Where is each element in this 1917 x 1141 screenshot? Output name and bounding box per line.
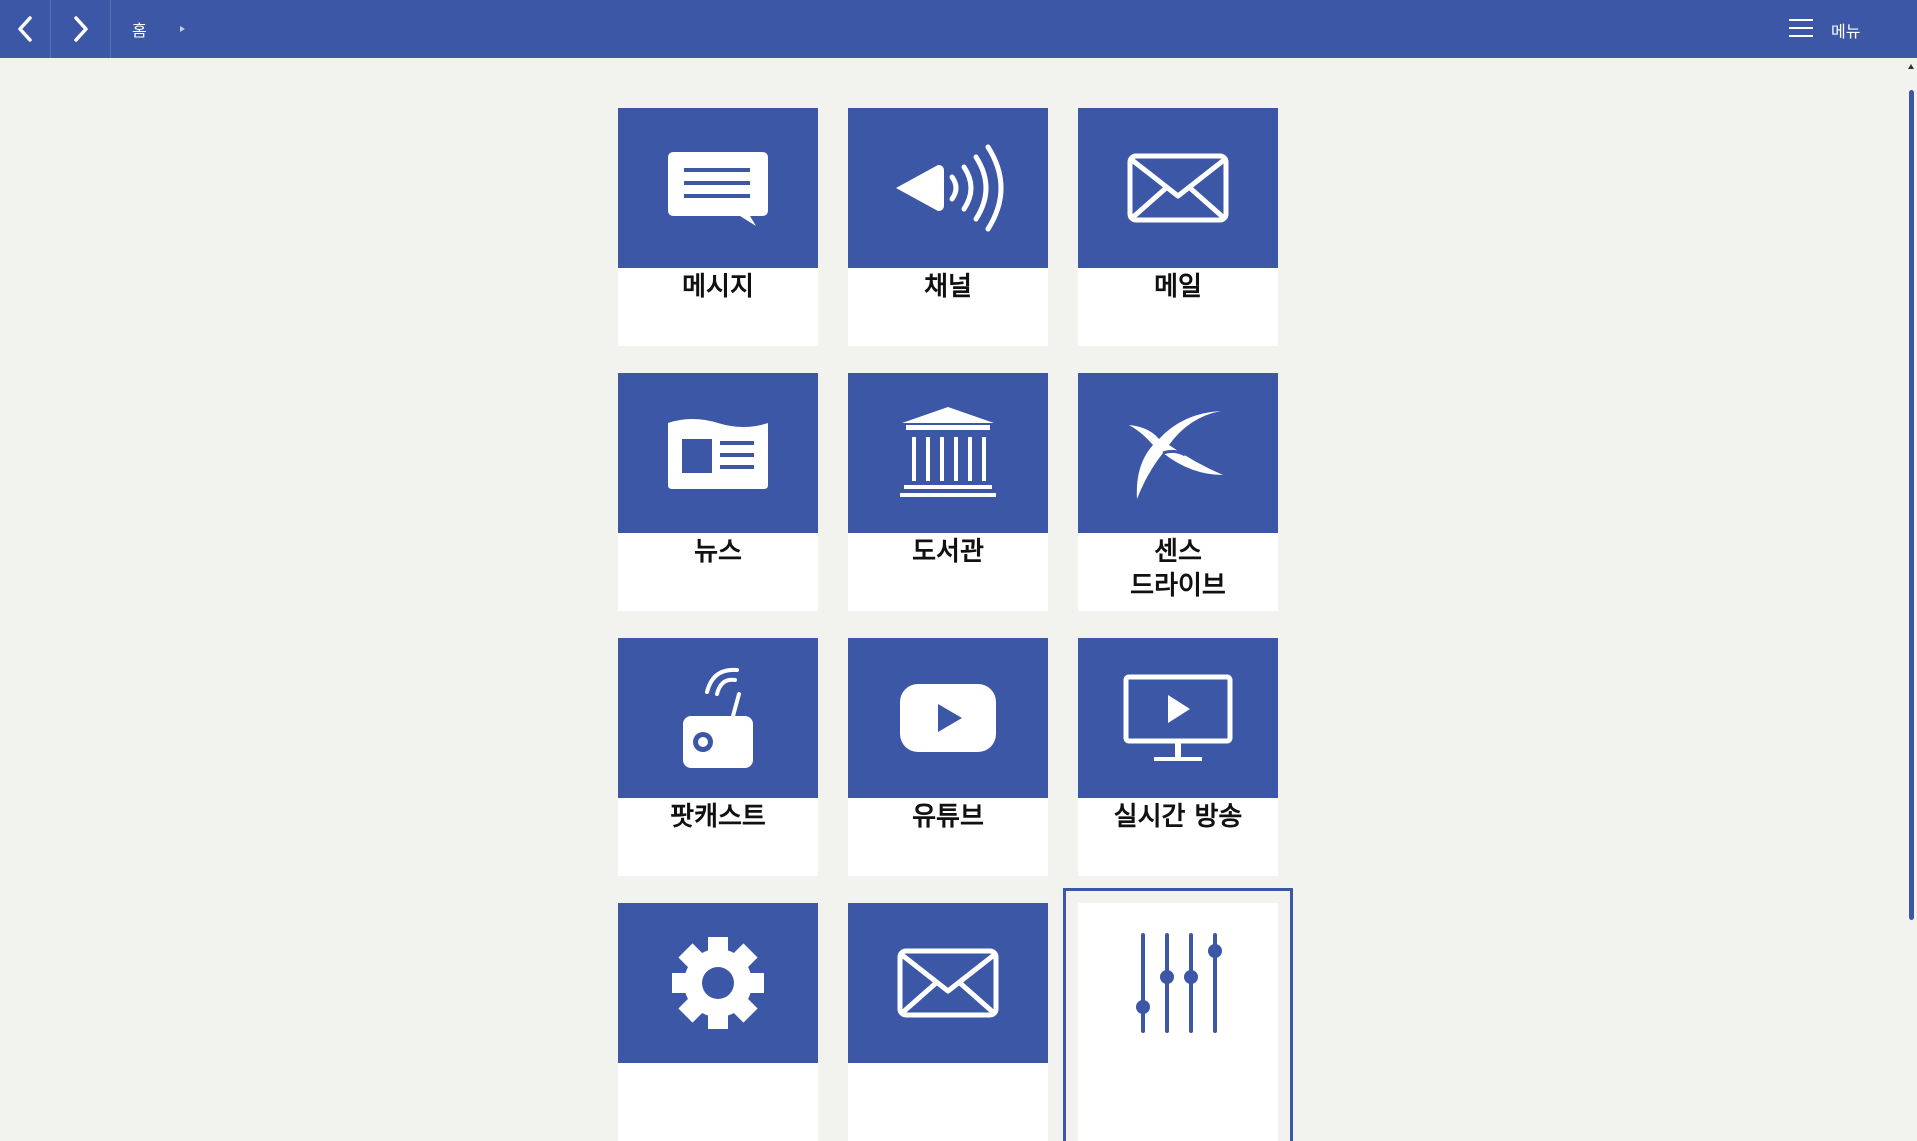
scroll-up-arrow-icon[interactable] [1908, 64, 1914, 69]
tile-equalizer-selected[interactable] [1063, 888, 1293, 1141]
tile-mail-2[interactable] [848, 903, 1048, 1141]
tile-label: 팟캐스트 [670, 802, 766, 832]
forward-button[interactable] [51, 0, 111, 58]
envelope-icon [897, 948, 999, 1018]
sense-drive-logo-icon [1129, 411, 1223, 499]
tile-label: 도서관 [912, 537, 984, 567]
tile-label: 채널 [924, 272, 972, 302]
tile-channel[interactable]: 채널 [848, 108, 1048, 346]
youtube-play-icon [900, 684, 996, 752]
speaker-icon [896, 144, 1004, 232]
hamburger-icon [1789, 19, 1813, 38]
tile-news[interactable]: 뉴스 [618, 373, 818, 611]
tile-library[interactable]: 도서관 [848, 373, 1048, 611]
tile-messages[interactable]: 메시지 [618, 108, 818, 346]
envelope-icon [1127, 153, 1229, 223]
tile-label: 센스 드라이브 [1130, 537, 1226, 601]
tile-label: 메시지 [682, 272, 754, 302]
back-button[interactable] [0, 0, 51, 58]
tile-sense-drive[interactable]: 센스 드라이브 [1078, 373, 1278, 611]
chevron-right-icon [73, 16, 88, 42]
tile-label: 유튜브 [912, 802, 984, 832]
menu-button[interactable]: 메뉴 [1767, 0, 1917, 58]
tile-settings[interactable] [618, 903, 818, 1141]
equalizer-sliders-icon [1136, 933, 1222, 1033]
chat-bubble-icon [668, 152, 768, 226]
tile-label: 실시간 방송 [1113, 802, 1243, 832]
monitor-play-icon [1123, 674, 1233, 761]
tile-mail[interactable]: 메일 [1078, 108, 1278, 346]
radio-icon [683, 667, 753, 768]
tile-podcast[interactable]: 팟캐스트 [618, 638, 818, 876]
breadcrumb-separator-icon [180, 26, 185, 32]
breadcrumb-home[interactable]: 홈 [132, 0, 147, 58]
tile-live-broadcast[interactable]: 실시간 방송 [1078, 638, 1278, 876]
chevron-left-icon [18, 16, 32, 42]
tile-label: 뉴스 [694, 537, 742, 567]
menu-label: 메뉴 [1831, 22, 1861, 41]
scrollbar-thumb[interactable] [1909, 90, 1914, 920]
gear-icon [672, 937, 764, 1029]
newspaper-icon [668, 419, 768, 489]
top-bar: 홈 메뉴 [0, 0, 1917, 58]
library-building-icon [900, 407, 996, 497]
tile-youtube[interactable]: 유튜브 [848, 638, 1048, 876]
tile-label: 메일 [1154, 272, 1202, 302]
